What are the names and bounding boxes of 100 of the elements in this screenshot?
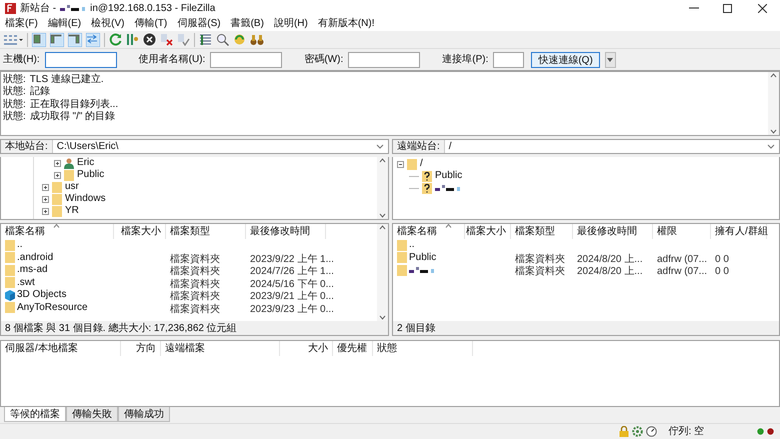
menu-item[interactable]: 檢視(V) xyxy=(91,16,124,32)
column-header[interactable]: 最後修改時間 xyxy=(573,224,653,240)
expand-icon[interactable] xyxy=(42,184,49,191)
tree-item[interactable]: / xyxy=(420,159,423,170)
table-cell: 檔案資料夾 xyxy=(170,254,220,265)
expand-icon[interactable] xyxy=(54,172,61,179)
file-name[interactable]: .android xyxy=(17,252,54,263)
site-manager-icon[interactable] xyxy=(3,34,23,46)
view-toggle-icon[interactable] xyxy=(50,32,64,47)
tree-item[interactable]: Windows xyxy=(65,194,106,204)
menu-item[interactable]: 伺服器(S) xyxy=(177,16,221,32)
file-name[interactable]: .. xyxy=(409,240,415,250)
file-name[interactable]: .swt xyxy=(17,278,35,288)
log-message: 記錄 xyxy=(30,84,50,99)
expand-icon[interactable] xyxy=(42,208,49,215)
menu-item[interactable]: 檔案(F) xyxy=(5,16,38,32)
log-label: 狀態: xyxy=(3,110,26,124)
column-header[interactable]: 最後修改時間 xyxy=(246,224,326,240)
field-label: 連接埠(P): xyxy=(442,52,488,68)
scroll-down-icon[interactable] xyxy=(770,129,777,134)
refresh-icon[interactable] xyxy=(109,33,122,46)
file-name[interactable]: AnyToResource xyxy=(17,302,88,313)
expand-icon[interactable] xyxy=(42,196,49,203)
column-header[interactable]: 檔案類型 xyxy=(511,224,573,240)
vertical-scrollbar[interactable] xyxy=(377,224,388,322)
dropdown-button[interactable] xyxy=(604,52,616,68)
view-toggle-icon[interactable] xyxy=(32,32,46,47)
speed-gauge-icon xyxy=(646,426,658,437)
scroll-down-icon[interactable] xyxy=(379,213,386,218)
vertical-scrollbar[interactable] xyxy=(377,157,388,220)
cube-icon xyxy=(5,290,15,301)
user-icon xyxy=(64,158,74,169)
column-header[interactable]: 檔案大小 xyxy=(114,224,166,240)
disconnect-icon[interactable] xyxy=(160,33,173,46)
file-name[interactable]: .. xyxy=(17,240,23,250)
column-header[interactable]: 檔案名稱 xyxy=(393,224,465,240)
input-field[interactable] xyxy=(44,52,117,68)
queue-status: 佇列: 空 xyxy=(668,424,704,439)
search-icon[interactable] xyxy=(216,33,229,46)
expand-icon[interactable] xyxy=(54,160,61,167)
table-cell: 2023/9/21 上午 0... xyxy=(250,291,334,302)
tree-item[interactable]: Eric xyxy=(77,158,94,168)
input-field[interactable] xyxy=(493,52,524,68)
tree-item[interactable]: usr xyxy=(65,182,79,192)
reconnect-icon[interactable] xyxy=(177,33,190,46)
menu-item[interactable]: 說明(H) xyxy=(274,16,308,32)
vertical-scrollbar[interactable] xyxy=(768,72,779,136)
cancel-icon[interactable] xyxy=(143,33,156,46)
column-header[interactable]: 檔案大小 xyxy=(465,224,511,240)
table-cell: 檔案資料夾 xyxy=(170,304,220,315)
view-toggle-icon[interactable] xyxy=(68,32,82,47)
directory-compare-icon[interactable] xyxy=(199,33,212,46)
column-header[interactable]: 伺服器/本地檔案 xyxy=(1,341,121,356)
log-label: 狀態: xyxy=(3,84,26,98)
table-cell: 檔案資料夾 xyxy=(515,254,565,265)
scroll-down-icon[interactable] xyxy=(379,315,386,320)
scroll-up-icon[interactable] xyxy=(770,73,777,78)
column-header[interactable]: 優先權 xyxy=(333,341,373,356)
tab[interactable]: 等候的檔案 xyxy=(4,407,66,422)
file-name[interactable]: 3D Objects xyxy=(17,290,66,300)
tree-item[interactable]: Public xyxy=(435,171,462,182)
tab[interactable]: 傳輸失敗 xyxy=(66,407,118,422)
table-cell: 2023/9/22 上午 1... xyxy=(250,254,334,265)
folder-icon xyxy=(397,240,407,251)
collapse-icon[interactable] xyxy=(397,160,404,168)
column-header[interactable]: 權限 xyxy=(653,224,711,240)
menu-item[interactable]: 編輯(E) xyxy=(48,16,82,32)
column-header[interactable]: 大小 xyxy=(280,341,333,356)
table-cell: 2023/9/23 上午 0... xyxy=(250,304,334,315)
input-field[interactable] xyxy=(210,52,282,68)
close-icon[interactable] xyxy=(758,4,767,13)
column-header[interactable]: 檔案類型 xyxy=(166,224,246,240)
dropdown-arrow-icon xyxy=(607,58,614,62)
file-name[interactable]: Public xyxy=(409,252,436,263)
maximize-icon[interactable] xyxy=(723,4,732,13)
scroll-up-icon[interactable] xyxy=(379,225,386,230)
binoculars-icon[interactable] xyxy=(250,33,264,46)
tree-item[interactable]: Public xyxy=(77,170,104,180)
column-header[interactable]: 方向 xyxy=(121,341,161,356)
scroll-up-icon[interactable] xyxy=(379,158,386,164)
field-label: 密碼(W): xyxy=(304,52,344,68)
menu-item[interactable]: 有新版本(N)! xyxy=(318,16,374,32)
column-header[interactable]: 擁有人/群組 xyxy=(711,224,767,240)
table-cell: 檔案資料夾 xyxy=(170,266,220,278)
folder-icon xyxy=(397,264,407,276)
menu-item[interactable]: 傳輸(T) xyxy=(134,16,168,32)
tab[interactable]: 傳輸成功 xyxy=(118,407,170,422)
tree-item[interactable]: YR xyxy=(65,206,79,216)
folder-icon xyxy=(5,240,15,251)
quickconnect-button[interactable]: 快速連線(Q) xyxy=(531,52,600,68)
question-icon xyxy=(422,170,432,182)
column-header[interactable]: 遠端檔案 xyxy=(161,341,280,356)
menu-item[interactable]: 書籤(B) xyxy=(230,16,264,32)
folder-icon xyxy=(5,252,15,264)
file-name[interactable]: .ms-ad xyxy=(17,265,48,276)
column-header[interactable]: 狀態 xyxy=(373,341,473,356)
view-toggle-icon[interactable] xyxy=(86,32,100,47)
column-header[interactable]: 檔案名稱 xyxy=(1,224,114,240)
input-field[interactable] xyxy=(348,52,420,68)
folder-icon xyxy=(397,252,407,264)
